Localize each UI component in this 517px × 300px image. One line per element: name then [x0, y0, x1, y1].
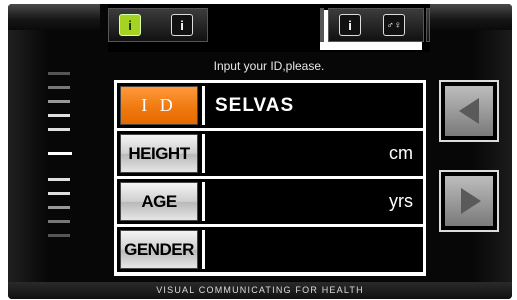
height-row[interactable]: HEIGHT cm — [117, 131, 423, 176]
id-row[interactable]: I D SELVAS — [117, 83, 423, 128]
previous-button[interactable] — [439, 80, 499, 142]
header-spacer-3 — [322, 8, 324, 42]
input-panel: I D SELVAS HEIGHT cm AGE yrs GENDER — [114, 80, 426, 276]
height-button[interactable]: HEIGHT — [120, 134, 198, 173]
chart-icon[interactable]: i — [339, 14, 361, 36]
arrow-right-icon — [461, 188, 481, 214]
next-button-face — [445, 176, 493, 226]
header-spacer-12 — [320, 8, 322, 42]
id-button[interactable]: I D — [120, 86, 198, 125]
header-divider — [426, 8, 430, 42]
age-button[interactable]: AGE — [120, 182, 198, 221]
meter-tick — [48, 72, 70, 75]
top-left-cap — [8, 4, 100, 30]
top-right-cap — [424, 4, 512, 30]
gender-button[interactable]: GENDER — [120, 230, 198, 269]
device-frame: i i I D i ♂♀ Input your ID,please. — [8, 4, 512, 299]
id-value[interactable]: SELVAS — [205, 95, 413, 117]
meter-tick — [48, 234, 70, 237]
meter-tick — [48, 114, 70, 117]
meter-tick — [48, 100, 70, 103]
meter-tick — [48, 220, 70, 223]
input-prompt: Input your ID,please. — [213, 59, 325, 73]
meter-tick — [48, 86, 70, 89]
age-row[interactable]: AGE yrs — [117, 179, 423, 224]
footer-tagline: VISUAL COMMUNICATING FOR HEALTH — [8, 282, 512, 299]
meter-tick — [48, 178, 70, 181]
row-separator — [202, 134, 205, 173]
gender-row[interactable]: GENDER — [117, 227, 423, 272]
height-unit: cm — [389, 143, 413, 163]
level-meter — [48, 72, 74, 252]
number-one-icon[interactable]: i — [171, 14, 193, 36]
row-separator — [202, 182, 205, 221]
header-left-buttons: i i — [108, 8, 208, 42]
age-unit: yrs — [389, 191, 413, 211]
meter-tick — [48, 128, 70, 131]
meter-tick — [48, 206, 70, 209]
arrow-left-icon — [459, 98, 479, 124]
meter-tick — [48, 152, 72, 155]
row-separator — [202, 230, 205, 269]
previous-button-face — [445, 86, 493, 136]
gender-icon[interactable]: ♂♀ — [383, 14, 405, 36]
person-id-icon[interactable]: i — [119, 14, 141, 36]
next-button[interactable] — [439, 170, 499, 232]
header-right-buttons: i ♂♀ — [328, 8, 424, 42]
kiosk-screen: i i I D i ♂♀ Input your ID,please. — [0, 0, 517, 300]
meter-tick — [48, 192, 70, 195]
